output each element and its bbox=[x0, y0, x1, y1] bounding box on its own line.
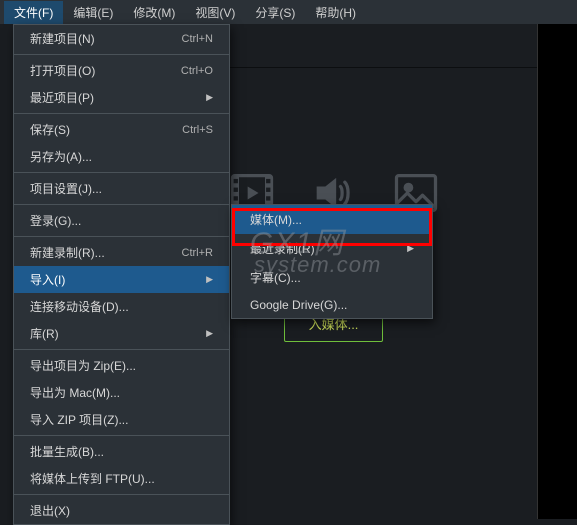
menu-open-project[interactable]: 打开项目(O) Ctrl+O bbox=[14, 57, 229, 84]
shortcut: Ctrl+O bbox=[181, 65, 213, 77]
label: 退出(X) bbox=[30, 502, 70, 519]
menu-export-mac[interactable]: 导出为 Mac(M)... bbox=[14, 379, 229, 406]
label: 导出项目为 Zip(E)... bbox=[30, 357, 136, 374]
chevron-right-icon: ▶ bbox=[407, 243, 414, 254]
submenu-media[interactable]: 媒体(M)... bbox=[232, 205, 432, 234]
label: 最近项目(P) bbox=[30, 89, 94, 106]
menu-save-as[interactable]: 另存为(A)... bbox=[14, 143, 229, 170]
label: 新建项目(N) bbox=[30, 30, 95, 47]
menu-file[interactable]: 文件(F) bbox=[4, 1, 63, 24]
label: 导入(I) bbox=[30, 271, 65, 288]
separator bbox=[14, 236, 229, 237]
menu-project-settings[interactable]: 项目设置(J)... bbox=[14, 175, 229, 202]
separator bbox=[14, 435, 229, 436]
menu-connect-mobile[interactable]: 连接移动设备(D)... bbox=[14, 293, 229, 320]
label: 库(R) bbox=[30, 325, 59, 342]
chevron-right-icon: ▶ bbox=[206, 92, 213, 103]
submenu-google-drive[interactable]: Google Drive(G)... bbox=[232, 292, 432, 318]
label: 保存(S) bbox=[30, 121, 70, 138]
menu-edit[interactable]: 编辑(E) bbox=[63, 1, 123, 24]
label: 登录(G)... bbox=[30, 212, 81, 229]
submenu-subtitle[interactable]: 字幕(C)... bbox=[232, 263, 432, 292]
separator bbox=[14, 494, 229, 495]
menu-help[interactable]: 帮助(H) bbox=[305, 1, 366, 24]
preview-strip bbox=[537, 24, 577, 519]
shortcut: Ctrl+S bbox=[182, 124, 213, 136]
menu-upload-ftp[interactable]: 将媒体上传到 FTP(U)... bbox=[14, 465, 229, 492]
separator bbox=[14, 172, 229, 173]
chevron-right-icon: ▶ bbox=[206, 274, 213, 285]
shortcut: Ctrl+N bbox=[182, 33, 213, 45]
separator bbox=[14, 204, 229, 205]
menu-import[interactable]: 导入(I) ▶ bbox=[14, 266, 229, 293]
menu-modify[interactable]: 修改(M) bbox=[123, 1, 185, 24]
separator bbox=[14, 349, 229, 350]
label: 将媒体上传到 FTP(U)... bbox=[30, 470, 155, 487]
submenu-recent-recording[interactable]: 最近录制(R) ▶ bbox=[232, 234, 432, 263]
menu-new-recording[interactable]: 新建录制(R)... Ctrl+R bbox=[14, 239, 229, 266]
label: 批量生成(B)... bbox=[30, 443, 104, 460]
menubar: 文件(F) 编辑(E) 修改(M) 视图(V) 分享(S) 帮助(H) bbox=[0, 0, 577, 24]
import-submenu: 媒体(M)... 最近录制(R) ▶ 字幕(C)... Google Drive(… bbox=[231, 204, 433, 319]
separator bbox=[14, 54, 229, 55]
menu-share[interactable]: 分享(S) bbox=[245, 1, 305, 24]
menu-view[interactable]: 视图(V) bbox=[185, 1, 245, 24]
shortcut: Ctrl+R bbox=[182, 247, 213, 259]
menu-batch[interactable]: 批量生成(B)... bbox=[14, 438, 229, 465]
menu-login[interactable]: 登录(G)... bbox=[14, 207, 229, 234]
label: 打开项目(O) bbox=[30, 62, 95, 79]
menu-recent-projects[interactable]: 最近项目(P) ▶ bbox=[14, 84, 229, 111]
menu-library[interactable]: 库(R) ▶ bbox=[14, 320, 229, 347]
menu-import-zip[interactable]: 导入 ZIP 项目(Z)... bbox=[14, 406, 229, 433]
file-dropdown: 新建项目(N) Ctrl+N 打开项目(O) Ctrl+O 最近项目(P) ▶ 保存(… bbox=[13, 24, 230, 525]
label: 导入 ZIP 项目(Z)... bbox=[30, 411, 128, 428]
label: 导出为 Mac(M)... bbox=[30, 384, 120, 401]
label: 项目设置(J)... bbox=[30, 180, 102, 197]
label: 新建录制(R)... bbox=[30, 244, 105, 261]
label: 最近录制(R) bbox=[250, 240, 315, 257]
menu-export-zip[interactable]: 导出项目为 Zip(E)... bbox=[14, 352, 229, 379]
menu-exit[interactable]: 退出(X) bbox=[14, 497, 229, 524]
menu-new-project[interactable]: 新建项目(N) Ctrl+N bbox=[14, 25, 229, 52]
separator bbox=[14, 113, 229, 114]
label: 另存为(A)... bbox=[30, 148, 92, 165]
label: 连接移动设备(D)... bbox=[30, 298, 129, 315]
menu-save[interactable]: 保存(S) Ctrl+S bbox=[14, 116, 229, 143]
chevron-right-icon: ▶ bbox=[206, 328, 213, 339]
